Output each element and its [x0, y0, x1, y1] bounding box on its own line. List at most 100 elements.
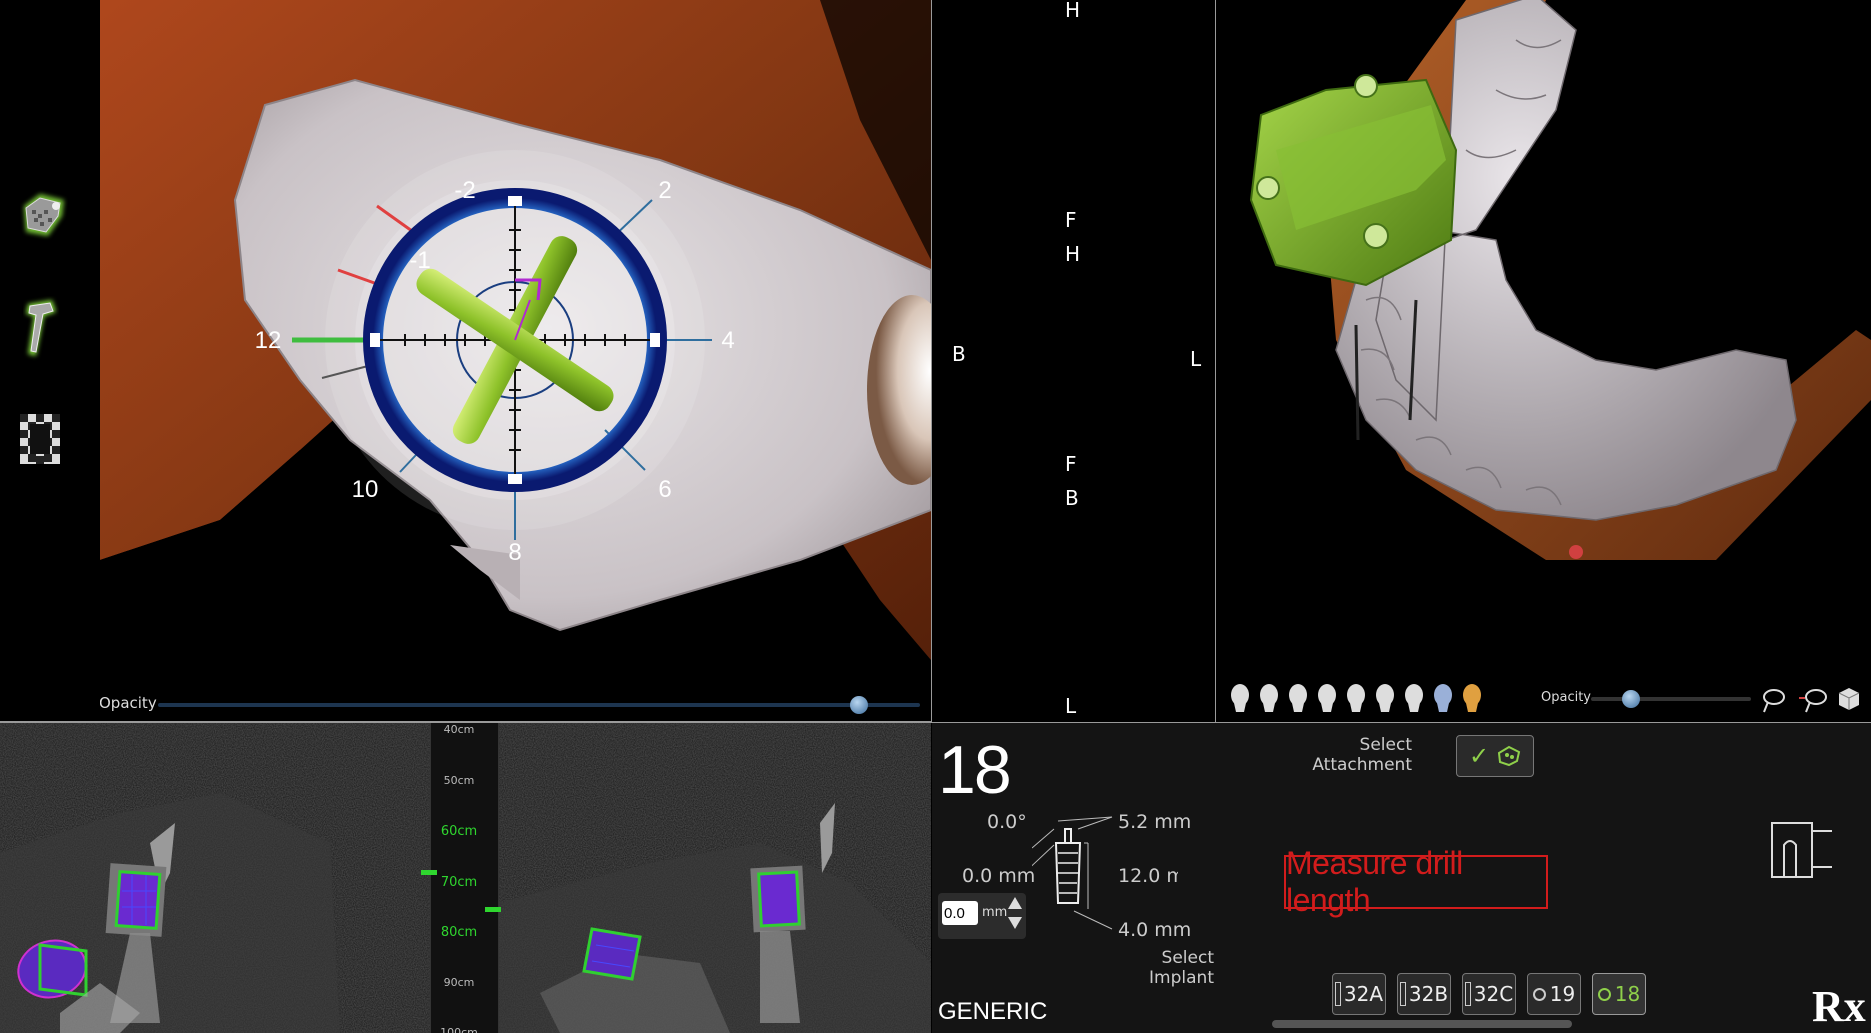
- opacity-slider-knob[interactable]: [850, 696, 869, 714]
- select-implant-label: Select Implant: [1128, 948, 1214, 988]
- lasso-icon[interactable]: [1763, 689, 1785, 713]
- drill-icon: [26, 300, 56, 356]
- tracker-attachment-icon: [24, 194, 64, 236]
- tooth-icon[interactable]: [1371, 683, 1399, 713]
- drill-guide-icon[interactable]: [1770, 821, 1834, 881]
- dial-label-2: 2: [658, 177, 671, 204]
- head-right-icon[interactable]: [1255, 683, 1283, 713]
- guidance-scene: -2 -1 2 12 4 10 6 8: [100, 0, 931, 660]
- ruler-label: 90cm: [443, 975, 475, 989]
- direction-right: L: [1190, 347, 1202, 371]
- jaw-3d-view[interactable]: Opacity: [1216, 0, 1871, 722]
- head-left-icon[interactable]: [1313, 683, 1341, 713]
- implant-scrollbar[interactable]: [1272, 1020, 1572, 1028]
- ruler-label: 70cm: [440, 874, 478, 890]
- dial-label-10: 10: [352, 476, 379, 503]
- ruler-label: 80cm: [440, 925, 478, 940]
- checker-tool-button[interactable]: [18, 412, 68, 468]
- implant-button-label: 32B: [1408, 982, 1449, 1006]
- select-implant-line1: Select: [1161, 948, 1214, 968]
- implant-button-label: 32C: [1473, 982, 1514, 1006]
- cube-icon[interactable]: [1838, 688, 1860, 710]
- direction-f-upper: F: [1065, 208, 1077, 232]
- implant-button-32a[interactable]: 32A: [1332, 973, 1386, 1015]
- bottom-diameter-value: 4.0 mm: [1118, 919, 1192, 941]
- implant-button-18[interactable]: 18: [1592, 973, 1646, 1015]
- rx-icon: Rx: [1812, 982, 1866, 1031]
- ruler-label: 60cm: [440, 824, 478, 839]
- direction-h-upper: H: [1065, 242, 1081, 266]
- dial-label-neg2: -2: [454, 177, 475, 204]
- measure-drill-length-button[interactable]: Measure drill length: [1284, 845, 1548, 918]
- view-presets-bar: [1216, 0, 1871, 722]
- right-camera-distance-marker: [485, 907, 501, 912]
- offset-stepper: mm: [938, 893, 1026, 939]
- jaw-opacity-slider-track[interactable]: [1591, 697, 1751, 701]
- implant-diagram-icon: [1032, 816, 1113, 930]
- bar-implant-icon: [1334, 982, 1341, 1006]
- offset-input[interactable]: [942, 901, 978, 925]
- decrement-arrow-icon[interactable]: [1008, 917, 1022, 929]
- implant-button-label: 19: [1549, 982, 1576, 1006]
- head-back-icon[interactable]: [1342, 683, 1370, 713]
- tracking-camera-panel: 40cm 50cm 60cm 70cm 80cm 90cm 100cm: [0, 723, 931, 1033]
- tooth-number: 18: [938, 732, 1012, 808]
- jaw-opacity-label: Opacity: [1541, 690, 1592, 705]
- implant-brand: GENERIC: [938, 998, 1048, 1025]
- distance-ruler: 40cm 50cm 60cm 70cm 80cm 90cm 100cm: [421, 723, 501, 1033]
- implant-button-19[interactable]: 19: [1527, 973, 1581, 1015]
- skull-icon[interactable]: [1429, 683, 1457, 713]
- angle-value: 0.0°: [987, 811, 1027, 833]
- left-toolbar: [0, 0, 100, 722]
- head-front-icon[interactable]: [1226, 683, 1254, 713]
- direction-bottom: L: [1065, 694, 1077, 718]
- direction-b-lower: B: [1065, 486, 1079, 510]
- increment-arrow-icon[interactable]: [1008, 897, 1022, 909]
- select-attachment-line1: Select: [1359, 735, 1412, 755]
- ruler-label: 40cm: [443, 723, 475, 736]
- length-value: 12.0 mm: [1118, 865, 1178, 887]
- implant-button-label: 32A: [1343, 982, 1384, 1006]
- checkmark-icon: ✓: [1468, 742, 1490, 770]
- direction-top: H: [1065, 0, 1081, 22]
- bar-implant-icon: [1464, 982, 1471, 1006]
- implant-button-label: 18: [1614, 982, 1641, 1006]
- dial-label-8: 8: [508, 539, 521, 566]
- select-attachment-label: Select Attachment: [1278, 735, 1412, 775]
- circle-implant-icon: [1597, 987, 1611, 1001]
- attachment-icon: [1497, 745, 1521, 767]
- jaw-icon[interactable]: [1458, 683, 1486, 713]
- ruler-label: 50cm: [443, 773, 475, 787]
- jaw-opacity-slider-knob[interactable]: [1622, 690, 1640, 708]
- head-top-icon[interactable]: [1284, 683, 1312, 713]
- ruler-label: 100cm: [440, 1026, 478, 1033]
- checker-pattern-icon: [20, 414, 60, 464]
- offset-unit: mm: [982, 905, 1008, 920]
- dial-label-12: 12: [255, 327, 282, 354]
- direction-left: B: [952, 342, 966, 366]
- select-attachment-line2: Attachment: [1312, 755, 1412, 775]
- direction-f-lower: F: [1065, 452, 1077, 476]
- opacity-label: Opacity: [100, 694, 157, 712]
- lasso-minus-icon[interactable]: [1799, 689, 1827, 713]
- drill-tool-button[interactable]: [18, 296, 68, 356]
- circle-implant-icon: [1532, 987, 1546, 1001]
- guidance-3d-view[interactable]: -2 -1 2 12 4 10 6 8 Opacity: [100, 0, 931, 722]
- bulb-icon[interactable]: [1400, 683, 1428, 713]
- implant-button-32b[interactable]: 32B: [1397, 973, 1451, 1015]
- bar-implant-icon: [1399, 982, 1406, 1006]
- implant-button-32c[interactable]: 32C: [1462, 973, 1516, 1015]
- attachment-tool-button[interactable]: [18, 186, 68, 242]
- dial-label-neg1: -1: [409, 247, 430, 274]
- attachment-select-button[interactable]: ✓: [1456, 735, 1534, 777]
- select-implant-line2: Implant: [1149, 968, 1214, 988]
- implant-info-panel: 18 0.0° 0.0 mm 5.2 mm 12.0 mm 4.0 mm mm …: [932, 723, 1871, 1033]
- depth-value: 0.0 mm: [962, 865, 1036, 887]
- left-camera-distance-marker: [421, 870, 437, 875]
- opacity-slider-track[interactable]: [158, 703, 920, 707]
- dial-label-4: 4: [721, 327, 734, 354]
- top-diameter-value: 5.2 mm: [1118, 811, 1192, 833]
- orientation-2d-view[interactable]: H F H B L F B L: [932, 0, 1215, 722]
- dial-label-6: 6: [658, 476, 671, 503]
- jaw-view-tools: [1763, 688, 1860, 713]
